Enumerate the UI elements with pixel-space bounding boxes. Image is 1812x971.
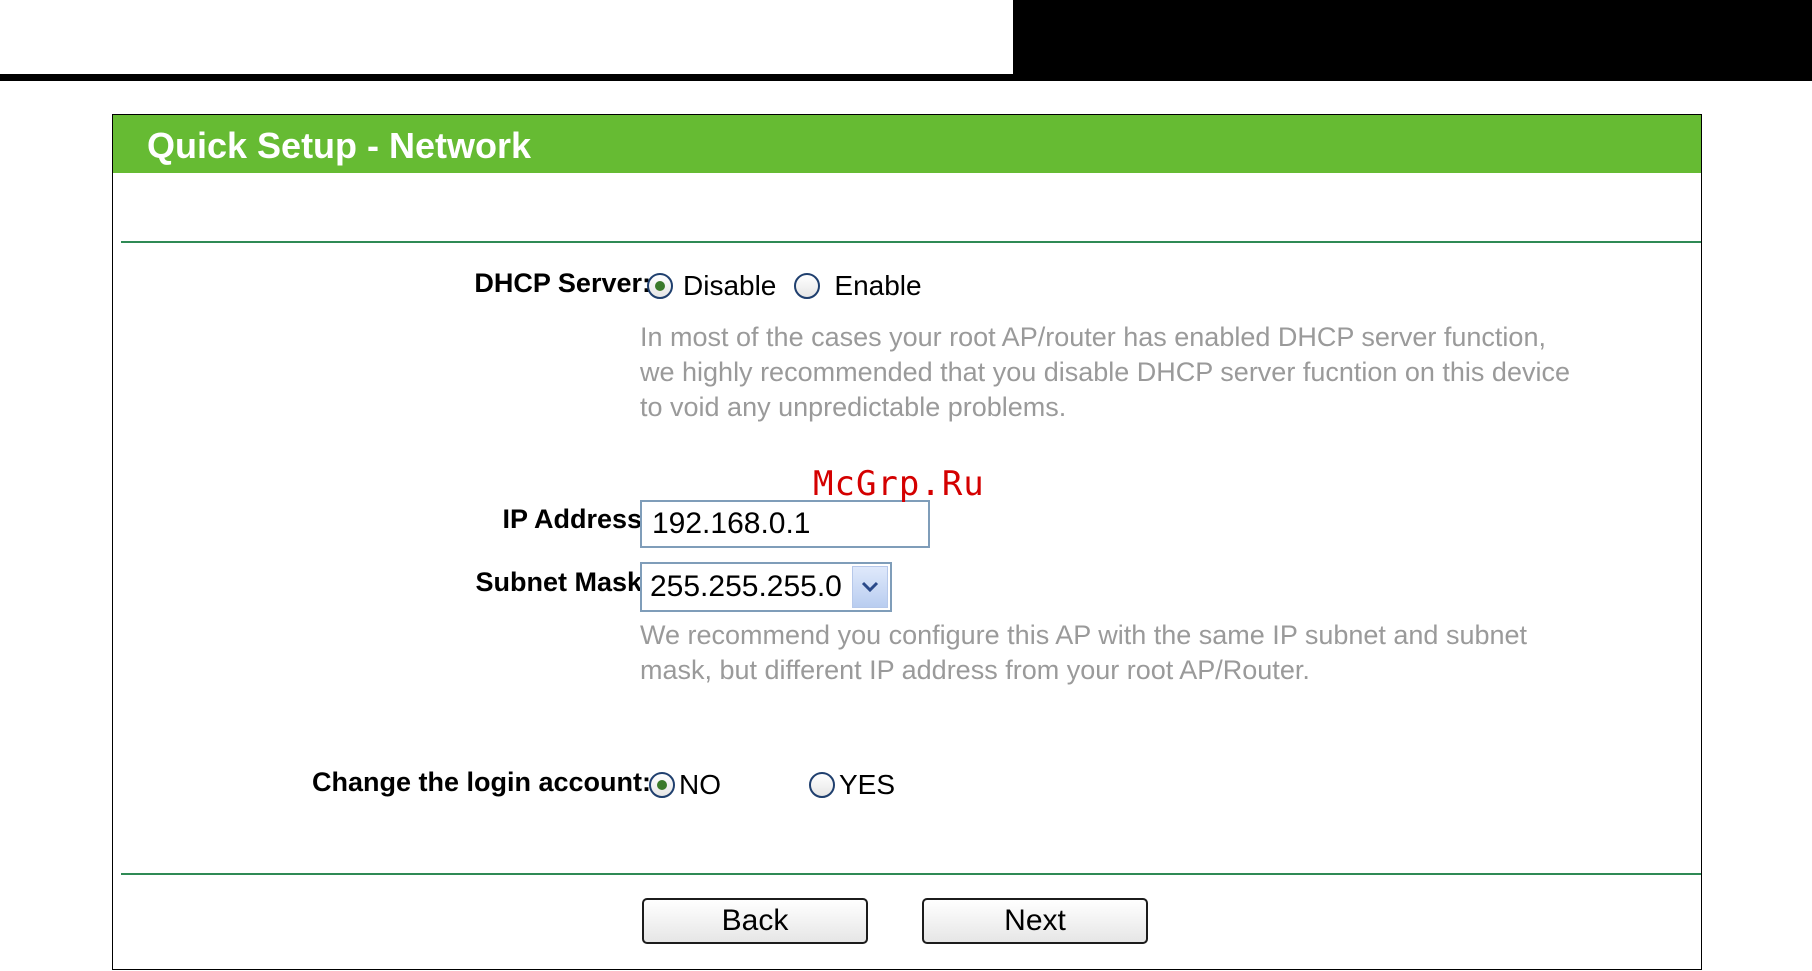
subnet-hint: We recommend you configure this AP with …	[640, 620, 1528, 685]
page-title: Quick Setup - Network	[147, 125, 532, 166]
back-button[interactable]: Back	[642, 898, 868, 944]
subnet-mask-label: Subnet Mask:	[475, 567, 651, 597]
top-rule	[0, 74, 1812, 81]
panel-header: Quick Setup - Network	[113, 115, 1701, 173]
watermark: McGrp.Ru	[813, 464, 985, 504]
login-account-label: Change the login account:	[311, 767, 651, 797]
login-radio-group: NO YES	[649, 769, 895, 801]
dhcp-enable-radio[interactable]	[794, 273, 821, 299]
login-no-label: NO	[679, 769, 721, 800]
dhcp-hint: In most of the cases your root AP/router…	[640, 322, 1570, 422]
ip-address-input[interactable]	[640, 500, 930, 548]
next-button[interactable]: Next	[922, 898, 1148, 944]
quick-setup-panel: Quick Setup - Network DHCP Server: Disab…	[112, 114, 1702, 970]
top-divider	[121, 241, 1701, 243]
dhcp-disable-radio[interactable]	[647, 273, 673, 299]
bottom-divider	[121, 873, 1701, 875]
login-no-radio[interactable]	[649, 772, 675, 798]
dhcp-server-label: DHCP Server:	[474, 268, 651, 298]
subnet-mask-value: 255.255.255.0	[650, 570, 842, 603]
login-yes-radio[interactable]	[809, 772, 835, 798]
top-black-bar	[1013, 0, 1812, 76]
subnet-mask-select[interactable]: 255.255.255.0	[640, 562, 892, 612]
login-yes-label: YES	[839, 769, 896, 800]
ip-address-label: IP Address:	[502, 504, 651, 534]
dhcp-enable-label: Enable	[834, 270, 922, 301]
chevron-down-icon[interactable]	[852, 566, 888, 608]
dhcp-disable-label: Disable	[683, 270, 777, 301]
dhcp-radio-group: Disable Enable	[647, 270, 922, 302]
